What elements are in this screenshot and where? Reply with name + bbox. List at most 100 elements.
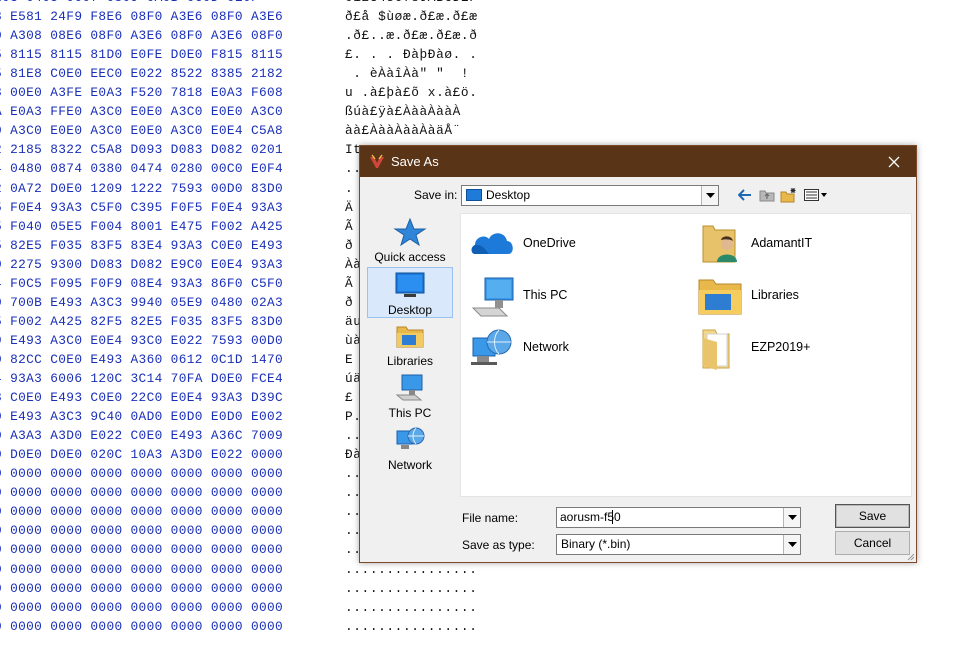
hex-bytes[interactable]: 80 82CC C0E0 E493 A360 0612 0C1D 1470 (0, 352, 283, 367)
file-name-input[interactable]: aorusm-f50 (556, 507, 801, 528)
hex-bytes[interactable]: 74 0480 0874 0380 0474 0280 00C0 E0F4 (0, 161, 283, 176)
save-type-dropdown[interactable]: Binary (*.bin) (556, 534, 801, 555)
ascii-text[interactable]: ................ (345, 619, 477, 634)
save-type-dropdown-arrow[interactable] (783, 535, 800, 554)
file-item-onedrive[interactable]: OneDrive (465, 222, 675, 266)
new-folder-button[interactable] (778, 185, 800, 205)
file-item-network[interactable]: Network (465, 326, 675, 370)
place-desktop[interactable]: Desktop (367, 267, 453, 318)
hex-bytes[interactable]: E4 F0C5 F095 F0F9 08E4 93A3 86F0 C5F0 (0, 276, 283, 291)
hex-bytes[interactable]: 82 2185 8322 C5A8 D093 D083 D082 0201 (0, 142, 283, 157)
hex-bytes[interactable]: 10 A3A3 A3D0 E022 C0E0 E493 A36C 7009 (0, 428, 283, 443)
up-folder-button[interactable] (756, 185, 778, 205)
ascii-text[interactable]: Ã (345, 219, 353, 234)
ascii-text[interactable]: E (345, 352, 353, 367)
chevron-down-icon (705, 192, 715, 198)
close-button[interactable] (872, 146, 916, 177)
hex-bytes[interactable]: 00 0000 0000 0000 0000 0000 0000 0000 (0, 562, 283, 577)
dialog-title: Save As (391, 154, 439, 169)
place-network[interactable]: Network (367, 423, 453, 473)
hex-bytes[interactable]: 0203 0405 0607 0809 0A0B 0C0D 0E0F (0, 0, 259, 5)
hex-bytes[interactable]: E0 2275 9300 D083 D082 E9C0 E0E4 93A3 (0, 257, 283, 272)
hex-bytes[interactable]: 00 0000 0000 0000 0000 0000 0000 0000 (0, 523, 283, 538)
hex-bytes[interactable]: 00 0000 0000 0000 0000 0000 0000 0000 (0, 485, 283, 500)
ascii-text[interactable]: Ã (345, 276, 353, 291)
file-name: This PC (523, 288, 568, 302)
network-icon (471, 329, 512, 365)
hex-bytes[interactable]: 75 82E5 F035 83F5 83E4 93A3 C0E0 E493 (0, 238, 283, 253)
hex-bytes[interactable]: E0 D0E0 D0E0 020C 10A3 A3D0 E022 0000 (0, 447, 283, 462)
ascii-text[interactable]: ð (345, 238, 353, 253)
ascii-text[interactable]: ................ (345, 600, 477, 615)
save-button[interactable]: Save (835, 504, 910, 528)
ascii-text[interactable]: ð (345, 295, 353, 310)
place-label: This PC (388, 406, 432, 420)
hex-bytes[interactable]: 93 00E0 A3FE E0A3 F520 7818 E0A3 F608 (0, 85, 283, 100)
hex-bytes[interactable]: 7A E0A3 FFE0 A3C0 E0E0 A3C0 E0E0 A3C0 (0, 104, 283, 119)
place-libraries[interactable]: Libraries (367, 319, 453, 369)
hex-bytes[interactable]: F5 F040 05E5 F004 8001 E475 F002 A425 (0, 219, 283, 234)
hex-bytes[interactable]: 00 0000 0000 0000 0000 0000 0000 0000 (0, 542, 283, 557)
place-quick-access[interactable]: Quick access (367, 215, 453, 265)
ascii-text[interactable]: ................ (345, 562, 477, 577)
hex-bytes[interactable]: 15 81E8 C0E0 EEC0 E022 8522 8385 2182 (0, 66, 283, 81)
hex-bytes[interactable]: 12 0A72 D0E0 1209 1222 7593 00D0 83D0 (0, 181, 283, 196)
hex-bytes[interactable]: E0 A3C0 E0E0 A3C0 E0E0 A3C0 E0E4 C5A8 (0, 123, 283, 138)
hex-bytes[interactable]: F0 A308 08E6 08F0 A3E6 08F0 A3E6 08F0 (0, 28, 283, 43)
view-menu-button[interactable] (802, 185, 830, 205)
hex-bytes[interactable]: 00 0000 0000 0000 0000 0000 0000 0000 (0, 504, 283, 519)
hex-bytes[interactable]: 00 0000 0000 0000 0000 0000 0000 0000 (0, 619, 283, 634)
hex-bytes[interactable]: 75 F002 A425 82F5 82E5 F035 83F5 83D0 (0, 314, 283, 329)
save-as-dialog: Save As Save in: Desktop Quick access De… (359, 145, 917, 563)
hex-bytes[interactable]: 00 0000 0000 0000 0000 0000 0000 0000 (0, 466, 283, 481)
new-folder-icon (780, 188, 796, 203)
place-label: Desktop (387, 303, 433, 317)
dialog-titlebar[interactable]: Save As (360, 146, 916, 177)
ascii-text[interactable]: £ (345, 390, 353, 405)
cancel-button[interactable]: Cancel (835, 531, 910, 555)
ascii-text[interactable]: u .à£þà£õ x.à£ö. (345, 85, 477, 100)
libraries-folder-icon (698, 279, 742, 315)
hex-bytes[interactable]: 10 E493 A3C3 9C40 0AD0 E0D0 E0D0 E002 (0, 409, 283, 424)
save-in-label: Save in: (414, 188, 458, 202)
ascii-text[interactable]: Ä (345, 200, 353, 215)
place-label: Quick access (374, 250, 446, 264)
computer-icon (395, 374, 423, 401)
hex-bytes[interactable]: C4 93A3 6006 120C 3C14 70FA D0E0 FCE4 (0, 371, 283, 386)
chevron-down-icon (787, 514, 797, 520)
back-arrow-icon (738, 189, 751, 201)
hex-bytes[interactable]: F0 700B E493 A3C3 9940 05E9 0480 02A3 (0, 295, 283, 310)
hex-bytes[interactable]: E5 F0E4 93A3 C5F0 C395 F0F5 F0E4 93A3 (0, 200, 283, 215)
ascii-text[interactable]: 0123456789ABCDEF (345, 0, 477, 5)
ascii-text[interactable]: àà£ÀààÀààÀàäÅ¨ (345, 123, 461, 138)
hex-bytes[interactable]: A3 C0E0 E493 C0E0 22C0 E0E4 93A3 D39C (0, 390, 283, 405)
hex-bytes[interactable]: A3 E581 24F9 F8E6 08F0 A3E6 08F0 A3E6 (0, 9, 283, 24)
chevron-down-icon (787, 541, 797, 547)
cloud-icon (471, 233, 513, 254)
hex-bytes[interactable]: 00 0000 0000 0000 0000 0000 0000 0000 (0, 581, 283, 596)
ascii-text[interactable]: ßúà£ÿà£ÀààÀààÀ (345, 104, 461, 119)
back-button[interactable] (734, 185, 756, 205)
ascii-text[interactable]: . (345, 181, 353, 196)
file-item-adamantit[interactable]: AdamantIT (693, 222, 903, 266)
ascii-text[interactable]: .ð£..æ.ð£æ.ð£æ.ð (345, 28, 477, 43)
save-in-dropdown-arrow[interactable] (701, 186, 718, 205)
hex-bytes[interactable]: 00 0000 0000 0000 0000 0000 0000 0000 (0, 600, 283, 615)
file-item-libraries[interactable]: Libraries (693, 274, 903, 318)
file-name-dropdown-arrow[interactable] (783, 508, 800, 527)
ascii-text[interactable]: . èÀàîÀà" " ! (345, 66, 469, 81)
save-in-dropdown[interactable]: Desktop (461, 185, 719, 206)
hex-bytes[interactable]: F9 E493 A3C0 E0E4 93C0 E022 7593 00D0 (0, 333, 283, 348)
save-type-value: Binary (*.bin) (561, 537, 631, 551)
place-label: Network (387, 458, 432, 472)
save-type-label: Save as type: (462, 538, 535, 552)
ascii-text[interactable]: £. . . ÐàþÐàø. . (345, 47, 477, 62)
file-item-ezp2019[interactable]: EZP2019+ (693, 326, 903, 370)
hex-bytes[interactable]: 15 8115 8115 81D0 E0FE D0E0 F815 8115 (0, 47, 283, 62)
place-this-pc[interactable]: This PC (367, 371, 453, 421)
resize-grip-icon[interactable] (905, 551, 915, 561)
ascii-text[interactable]: ð£å $ùøæ.ð£æ.ð£æ (345, 9, 477, 24)
file-item-this-pc[interactable]: This PC (465, 274, 675, 318)
ascii-text[interactable]: ................ (345, 581, 477, 596)
file-name: EZP2019+ (751, 340, 811, 354)
